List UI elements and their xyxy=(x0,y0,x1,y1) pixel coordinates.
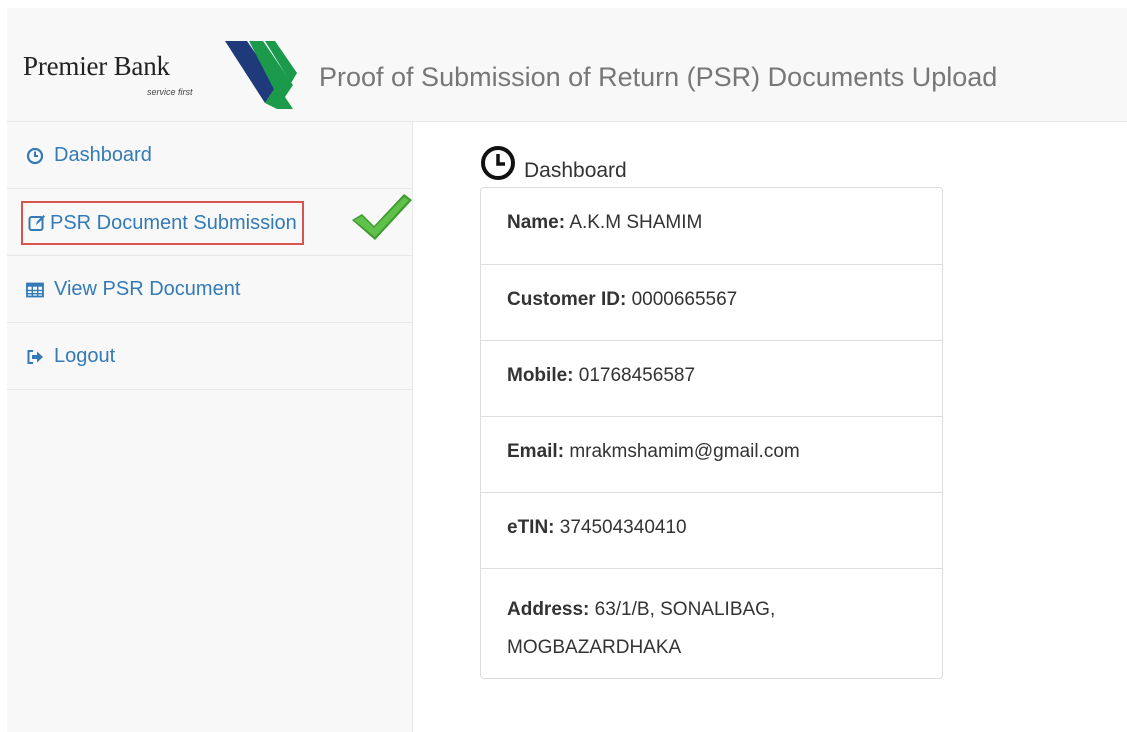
profile-card: Name: A.K.M SHAMIM Customer ID: 00006655… xyxy=(480,187,943,679)
logout-icon xyxy=(27,349,43,364)
profile-value: 01768456587 xyxy=(578,365,696,386)
edit-icon xyxy=(28,215,45,231)
brand-logo[interactable]: Premier Bank service first xyxy=(23,35,303,115)
profile-label: Email: xyxy=(507,441,565,462)
page-title: Proof of Submission of Return (PSR) Docu… xyxy=(319,62,998,92)
profile-row-name: Name: A.K.M SHAMIM xyxy=(481,188,942,265)
profile-row-customer-id: Customer ID: 0000665567 xyxy=(481,265,942,341)
profile-value: A.K.M SHAMIM xyxy=(569,212,703,233)
dashboard-heading-text: Dashboard xyxy=(524,159,627,182)
profile-label: Mobile: xyxy=(507,365,574,386)
profile-label: eTIN: xyxy=(507,517,555,538)
table-icon xyxy=(26,282,44,297)
brand-name: Premier Bank xyxy=(23,51,170,81)
page: Premier Bank service first Proof of Subm… xyxy=(0,0,1127,732)
sidebar-item-label: View PSR Document xyxy=(54,278,241,300)
brand-tagline: service first xyxy=(147,87,193,97)
sidebar-item-view-psr-document[interactable]: View PSR Document xyxy=(7,256,412,323)
clock-icon xyxy=(26,147,44,164)
clock-icon xyxy=(481,146,515,180)
brand-mark-icon xyxy=(225,41,297,109)
profile-label: Address: xyxy=(507,599,590,620)
dashboard-heading: Dashboard xyxy=(480,145,627,182)
checkmark-icon xyxy=(352,194,412,240)
profile-row-email: Email: mrakmshamim@gmail.com xyxy=(481,417,942,493)
profile-row-mobile: Mobile: 01768456587 xyxy=(481,341,942,417)
sidebar-item-logout[interactable]: Logout xyxy=(7,323,412,390)
header-bar: Premier Bank service first Proof of Subm… xyxy=(7,8,1127,122)
profile-value: 374504340410 xyxy=(559,517,687,538)
profile-row-address: Address: 63/1/B, SONALIBAG, MOGBAZARDHAK… xyxy=(481,569,942,678)
highlight-box[interactable]: PSR Document Submission xyxy=(21,201,304,245)
profile-row-etin: eTIN: 374504340410 xyxy=(481,493,942,569)
profile-label: Name: xyxy=(507,212,566,233)
sidebar: Dashboard PSR Document Submission View P… xyxy=(7,122,413,732)
profile-label: Customer ID: xyxy=(507,289,627,310)
sidebar-item-dashboard[interactable]: Dashboard xyxy=(7,122,412,189)
profile-value: 0000665567 xyxy=(631,289,738,310)
sidebar-item-label: Logout xyxy=(54,345,116,367)
profile-value: mrakmshamim@gmail.com xyxy=(569,441,800,462)
sidebar-item-label: PSR Document Submission xyxy=(50,211,297,234)
sidebar-item-label: Dashboard xyxy=(54,144,152,166)
